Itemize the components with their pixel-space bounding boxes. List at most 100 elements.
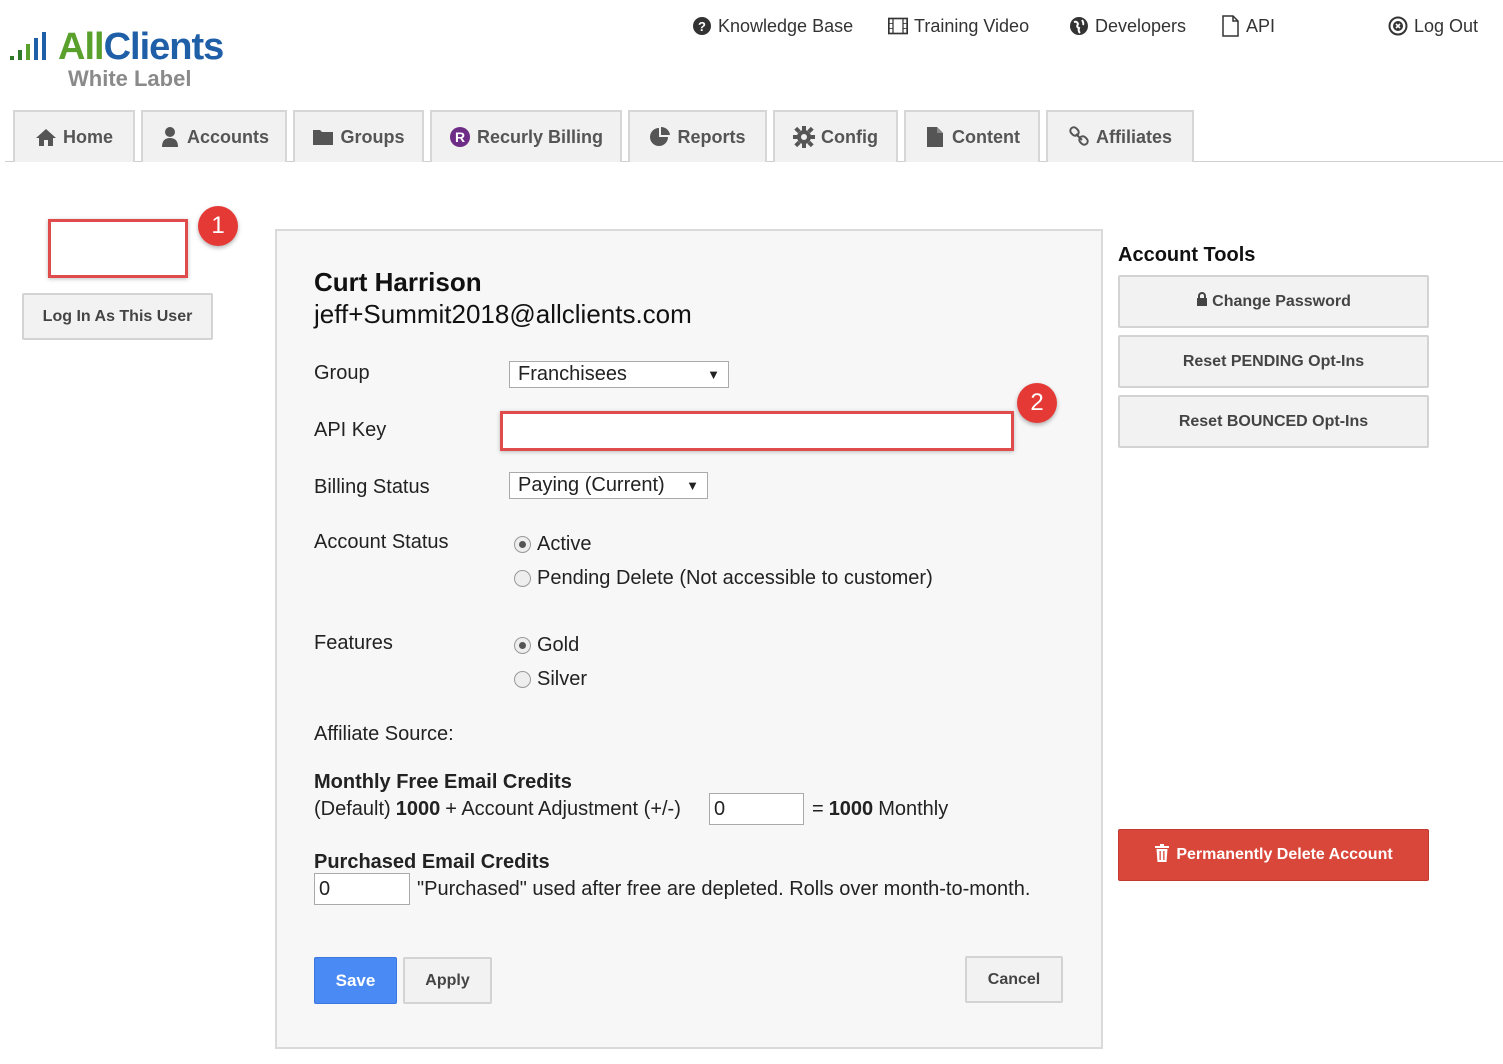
developers-link[interactable]: Developers bbox=[1069, 14, 1186, 38]
dropdown-arrow-icon: ▼ bbox=[707, 367, 720, 382]
group-select[interactable]: Franchisees ▼ bbox=[509, 361, 729, 388]
monthly-credits-row-right: = 1000 Monthly bbox=[812, 798, 948, 821]
gear-icon bbox=[793, 126, 815, 148]
allclients-logo[interactable]: AllClients White Label bbox=[8, 26, 248, 96]
billing-status-select[interactable]: Paying (Current) ▼ bbox=[509, 472, 708, 499]
knowledge-base-link[interactable]: ? Knowledge Base bbox=[692, 14, 853, 38]
training-video-label: Training Video bbox=[914, 15, 1030, 36]
trash-icon bbox=[1154, 843, 1170, 867]
close-circle-icon bbox=[1388, 16, 1408, 36]
purchased-credits-input[interactable]: 0 bbox=[314, 873, 410, 905]
status-pending-label: Pending Delete (Not accessible to custom… bbox=[537, 567, 933, 589]
log-out-link[interactable]: Log Out bbox=[1388, 14, 1478, 38]
home-icon bbox=[35, 126, 57, 148]
knowledge-base-label: Knowledge Base bbox=[718, 15, 854, 36]
callout-badge-1: 1 bbox=[198, 206, 238, 246]
monthly-default-label: (Default) bbox=[314, 798, 391, 820]
redacted-highlight-box bbox=[48, 219, 188, 278]
file-icon bbox=[1220, 15, 1240, 37]
tab-accounts-label: Accounts bbox=[186, 126, 269, 147]
monthly-adjustment-input[interactable]: 0 bbox=[709, 793, 804, 825]
monthly-default-value: 1000 bbox=[395, 798, 441, 820]
monthly-suffix: Monthly bbox=[878, 798, 949, 820]
monthly-total-value: 1000 bbox=[828, 798, 874, 820]
api-key-label: API Key bbox=[314, 419, 387, 441]
tab-reports-label: Reports bbox=[677, 126, 746, 147]
apply-button[interactable]: Apply bbox=[403, 957, 492, 1004]
radio-selected-icon bbox=[514, 536, 531, 553]
logo-mark-icon bbox=[10, 32, 46, 60]
group-select-value: Franchisees bbox=[518, 363, 627, 385]
monthly-adjust-label: + Account Adjustment (+/-) bbox=[445, 798, 681, 820]
globe-icon bbox=[1069, 16, 1089, 36]
tab-accounts[interactable]: Accounts bbox=[141, 110, 287, 162]
purchased-credits-title: Purchased Email Credits bbox=[314, 851, 550, 873]
feature-gold-label: Gold bbox=[537, 634, 580, 656]
purchased-credits-note: "Purchased" used after free are depleted… bbox=[417, 878, 1031, 900]
change-password-button[interactable]: Change Password bbox=[1118, 275, 1429, 328]
link-icon bbox=[1068, 126, 1090, 148]
tab-content[interactable]: Content bbox=[904, 110, 1040, 162]
radio-selected-icon bbox=[514, 637, 531, 654]
callout-badge-2: 2 bbox=[1017, 383, 1057, 423]
save-button[interactable]: Save bbox=[314, 957, 397, 1004]
tab-groups[interactable]: Groups bbox=[293, 110, 424, 162]
svg-text:?: ? bbox=[698, 19, 706, 34]
tab-affiliates[interactable]: Affiliates bbox=[1046, 110, 1194, 162]
logo-wordmark: AllClients bbox=[58, 26, 224, 68]
delete-account-label: Permanently Delete Account bbox=[1176, 846, 1393, 863]
logo-subtitle: White Label bbox=[68, 66, 192, 91]
api-key-highlight-box bbox=[500, 411, 1014, 451]
reset-pending-optins-button[interactable]: Reset PENDING Opt-Ins bbox=[1118, 335, 1429, 388]
feature-gold-radio[interactable]: Gold bbox=[514, 634, 579, 657]
tab-home-label: Home bbox=[62, 126, 113, 147]
account-tools-title: Account Tools bbox=[1118, 244, 1256, 266]
account-name: Curt Harrison bbox=[314, 267, 482, 297]
log-out-label: Log Out bbox=[1414, 15, 1479, 36]
status-active-radio[interactable]: Active bbox=[514, 533, 591, 556]
svg-text:R: R bbox=[455, 129, 465, 145]
tab-groups-label: Groups bbox=[340, 126, 405, 147]
api-link[interactable]: API bbox=[1220, 14, 1275, 38]
dropdown-arrow-icon: ▼ bbox=[686, 478, 699, 493]
change-password-label: Change Password bbox=[1212, 292, 1351, 310]
features-label: Features bbox=[314, 632, 393, 654]
question-circle-icon: ? bbox=[692, 16, 712, 36]
account-email: jeff+Summit2018@allclients.com bbox=[314, 299, 692, 329]
tab-content-label: Content bbox=[952, 126, 1020, 147]
log-in-as-user-button[interactable]: Log In As This User bbox=[22, 293, 213, 340]
tab-config[interactable]: Config bbox=[773, 110, 898, 162]
monthly-credits-title: Monthly Free Email Credits bbox=[314, 771, 572, 793]
film-icon bbox=[888, 16, 908, 36]
affiliate-source-label: Affiliate Source: bbox=[314, 723, 454, 745]
radio-unselected-icon bbox=[514, 570, 531, 587]
tab-recurly-billing[interactable]: R Recurly Billing bbox=[430, 110, 622, 162]
lock-icon bbox=[1196, 292, 1208, 311]
feature-silver-label: Silver bbox=[537, 668, 588, 690]
account-edit-panel: Curt Harrison jeff+Summit2018@allclients… bbox=[275, 229, 1103, 1049]
reset-bounced-optins-button[interactable]: Reset BOUNCED Opt-Ins bbox=[1118, 395, 1429, 448]
group-label: Group bbox=[314, 362, 370, 384]
status-pending-radio[interactable]: Pending Delete (Not accessible to custom… bbox=[514, 567, 933, 590]
document-icon bbox=[924, 126, 946, 148]
user-icon bbox=[159, 126, 181, 148]
tab-reports[interactable]: Reports bbox=[628, 110, 767, 162]
delete-account-button[interactable]: Permanently Delete Account bbox=[1118, 829, 1429, 881]
tab-affiliates-label: Affiliates bbox=[1095, 126, 1173, 147]
folder-icon bbox=[312, 126, 334, 148]
recurly-icon: R bbox=[449, 126, 471, 148]
billing-status-value: Paying (Current) bbox=[518, 474, 665, 496]
api-label: API bbox=[1246, 15, 1276, 36]
training-video-link[interactable]: Training Video bbox=[888, 14, 1029, 38]
status-active-label: Active bbox=[537, 533, 592, 555]
billing-status-label: Billing Status bbox=[314, 476, 430, 498]
tab-config-label: Config bbox=[821, 126, 878, 147]
radio-unselected-icon bbox=[514, 671, 531, 688]
pie-chart-icon bbox=[649, 126, 671, 148]
cancel-button[interactable]: Cancel bbox=[965, 956, 1063, 1003]
tab-home[interactable]: Home bbox=[13, 110, 135, 162]
main-nav: Home Accounts Groups R Recurly Billing R… bbox=[5, 110, 1503, 162]
monthly-credits-row-left: (Default) 1000 + Account Adjustment (+/-… bbox=[314, 798, 681, 821]
account-status-label: Account Status bbox=[314, 531, 449, 553]
feature-silver-radio[interactable]: Silver bbox=[514, 668, 587, 691]
